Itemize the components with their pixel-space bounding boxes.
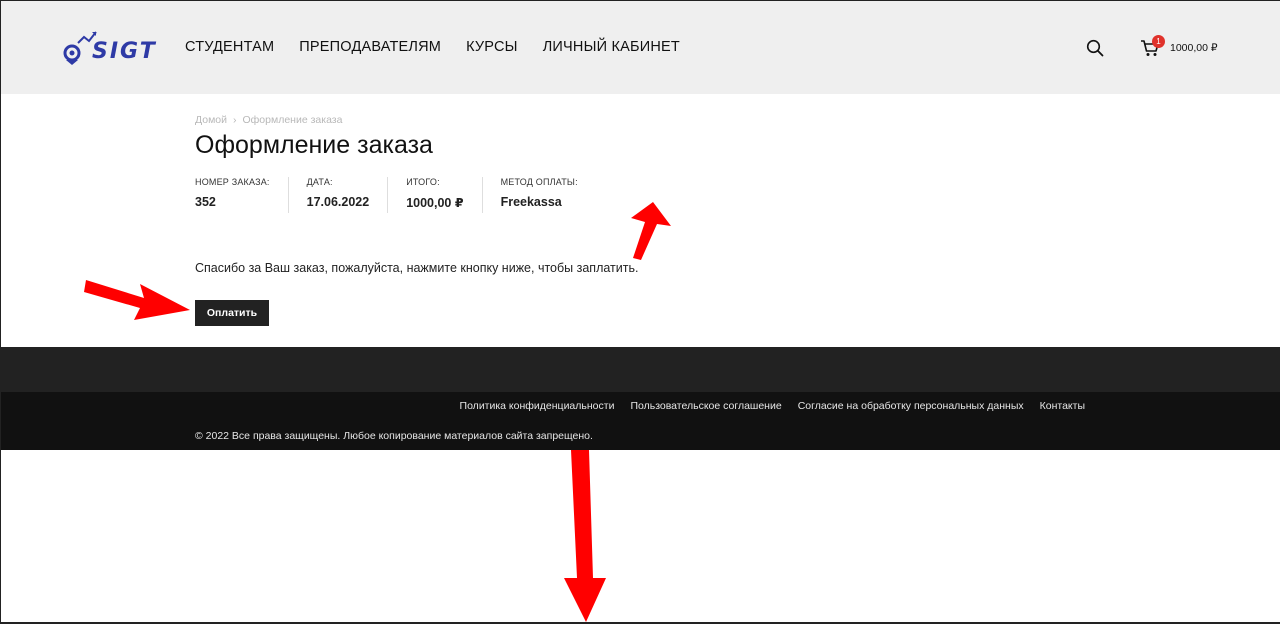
site-header: SIGT СТУДЕНТАМ ПРЕПОДАВАТЕЛЯМ КУРСЫ ЛИЧН… — [0, 1, 1280, 94]
breadcrumb-separator: › — [233, 114, 237, 126]
payment-method-value: Freekassa — [500, 195, 562, 209]
cart-total: 1000,00 ₽ — [1170, 42, 1218, 54]
order-number-label: НОМЕР ЗАКАЗА: — [195, 177, 270, 187]
order-number: НОМЕР ЗАКАЗА: 352 — [195, 177, 289, 213]
site-footer: Политика конфиденциальности Пользователь… — [0, 392, 1280, 450]
order-date-label: ДАТА: — [306, 177, 333, 187]
breadcrumb-current: Оформление заказа — [242, 114, 343, 126]
thank-you-message: Спасибо за Ваш заказ, пожалуйста, нажмит… — [195, 261, 639, 275]
logo-text[interactable]: SIGT — [92, 39, 157, 64]
cart-button[interactable]: 1 1000,00 ₽ — [1140, 35, 1230, 61]
order-date-value: 17.06.2022 — [306, 195, 370, 209]
breadcrumb-home[interactable]: Домой — [195, 114, 227, 126]
footer-link-privacy[interactable]: Политика конфиденциальности — [460, 400, 615, 412]
annotation-arrow-left-icon — [84, 280, 190, 320]
order-payment-method: МЕТОД ОПЛАТЫ: Freekassa — [501, 177, 596, 213]
order-date: ДАТА: 17.06.2022 — [307, 177, 389, 213]
payment-method-label: МЕТОД ОПЛАТЫ: — [500, 177, 578, 187]
nav-item-students[interactable]: СТУДЕНТАМ — [185, 39, 274, 55]
footer-link-data-consent[interactable]: Согласие на обработку персональных данны… — [798, 400, 1024, 412]
pay-button[interactable]: Оплатить — [195, 300, 269, 326]
order-total: ИТОГО: 1000,00 ₽ — [406, 177, 483, 213]
order-number-value: 352 — [195, 195, 216, 209]
order-total-label: ИТОГО: — [406, 177, 440, 187]
search-icon[interactable] — [1086, 39, 1104, 57]
breadcrumb: Домой › Оформление заказа — [195, 114, 342, 126]
footer-top-bar — [0, 347, 1280, 392]
annotation-arrow-top-icon — [631, 202, 671, 260]
page-title: Оформление заказа — [195, 131, 433, 159]
main-nav: СТУДЕНТАМ ПРЕПОДАВАТЕЛЯМ КУРСЫ ЛИЧНЫЙ КА… — [185, 39, 705, 55]
cart-count-badge: 1 — [1152, 35, 1165, 48]
nav-item-account[interactable]: ЛИЧНЫЙ КАБИНЕТ — [543, 39, 680, 55]
nav-item-teachers[interactable]: ПРЕПОДАВАТЕЛЯМ — [299, 39, 441, 55]
order-overview: НОМЕР ЗАКАЗА: 352 ДАТА: 17.06.2022 ИТОГО… — [195, 177, 614, 213]
footer-link-contacts[interactable]: Контакты — [1040, 400, 1085, 412]
nav-item-courses[interactable]: КУРСЫ — [466, 39, 518, 55]
footer-link-terms[interactable]: Пользовательское соглашение — [630, 400, 781, 412]
order-total-value: 1000,00 ₽ — [406, 196, 464, 210]
footer-links: Политика конфиденциальности Пользователь… — [444, 400, 1085, 412]
annotation-arrow-down-icon — [564, 450, 606, 622]
copyright: © 2022 Все права защищены. Любое копиров… — [195, 430, 593, 442]
